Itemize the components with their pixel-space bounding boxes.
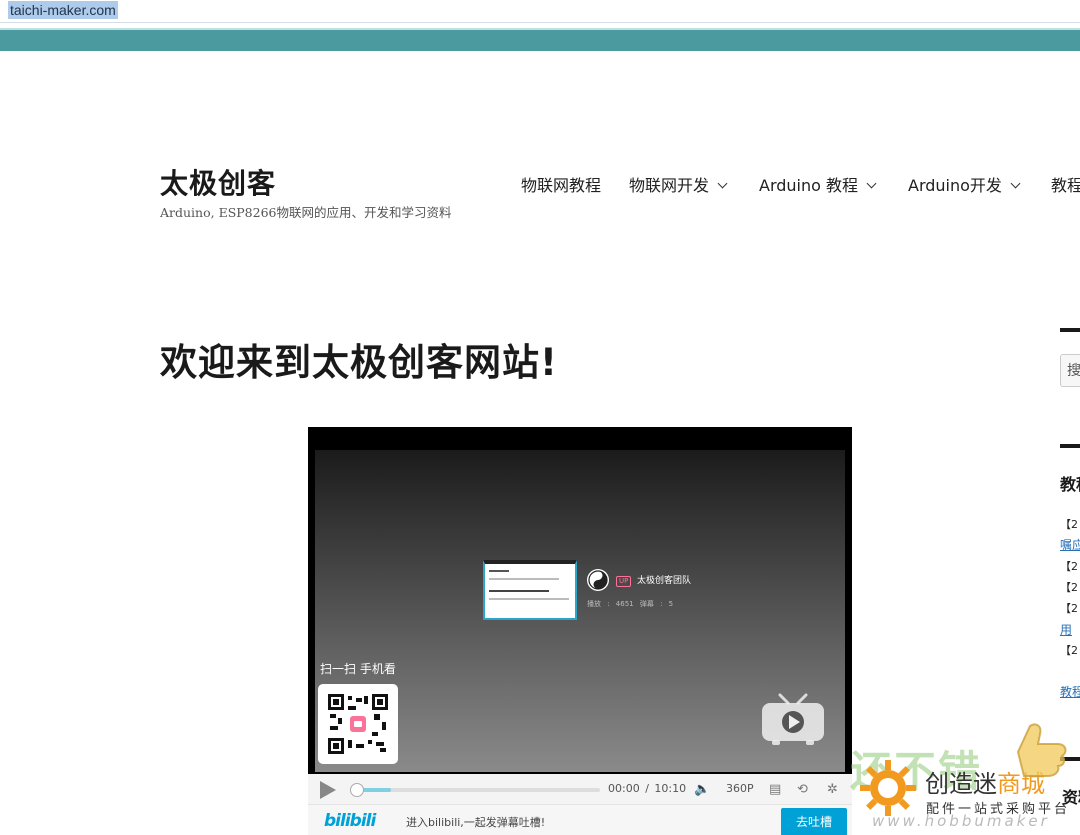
send-danmaku-button[interactable]: 去吐槽	[781, 808, 847, 835]
thumbs-up-icon	[1016, 723, 1067, 777]
watermark-url: www.hobbumaker	[872, 812, 1050, 830]
duration: 10:10	[654, 782, 687, 795]
time-display: 00:00 / 10:10	[608, 782, 686, 795]
play-tv-icon	[762, 693, 824, 745]
sidebar-heading: 教程	[1060, 475, 1080, 494]
player-controls: 00:00 / 10:10 🔈 360P ▤ ⟲ ✲	[308, 774, 852, 804]
sidebar-list-item[interactable]: 【2	[1060, 579, 1078, 595]
sidebar-list-item[interactable]: 【2	[1060, 642, 1078, 658]
uploader-name[interactable]: 太极创客团队	[637, 573, 691, 586]
thumb-line	[489, 570, 509, 572]
progress-handle[interactable]	[350, 783, 364, 797]
gear-sun-icon	[860, 760, 916, 816]
nav-item-label: 物联网开发	[629, 176, 710, 195]
nav-item-label: 教程	[1051, 176, 1080, 195]
bilibili-tv-icon[interactable]	[760, 693, 826, 751]
taichi-logo-icon	[588, 570, 608, 590]
nav-item-label: Arduino 教程	[759, 176, 859, 195]
video-player[interactable]: UP 太极创客团队 播放 : 4651 弹幕 : 5 扫一扫 手机看 00:00…	[308, 427, 852, 835]
nav-item-label: Arduino开发	[908, 176, 1002, 195]
sidebar-link[interactable]: 嘱应	[1060, 536, 1080, 553]
nav-item-tutorial[interactable]: 教程	[1051, 172, 1080, 196]
sidebar-link[interactable]: 用	[1060, 621, 1072, 638]
uploader-avatar[interactable]	[587, 569, 609, 591]
thumb-line	[489, 590, 549, 592]
sidebar-divider	[1060, 444, 1080, 448]
page-title: 欢迎来到太极创客网站!	[160, 341, 558, 384]
chevron-down-icon	[866, 178, 877, 189]
nav-item-label: 物联网教程	[521, 176, 602, 195]
progress-bar[interactable]	[350, 783, 600, 797]
chevron-down-icon	[717, 178, 728, 189]
sidebar-list-item[interactable]: 【2	[1060, 558, 1078, 574]
sidebar-search-input[interactable]: 搜	[1060, 354, 1080, 387]
sidebar-link[interactable]: 教程	[1060, 683, 1080, 700]
danmaku-input[interactable]: 进入bilibili,一起发弹幕吐槽!	[406, 814, 545, 830]
play-icon[interactable]	[320, 781, 336, 799]
thumb-line	[489, 598, 569, 600]
site-title[interactable]: 太极创客	[160, 162, 276, 202]
qr-code	[318, 684, 398, 764]
video-thumbnail	[483, 560, 577, 620]
sidebar-divider	[1060, 328, 1080, 332]
video-stats: 播放 : 4651 弹幕 : 5	[587, 600, 674, 608]
time-separator: /	[645, 782, 649, 795]
uploader-badge: UP	[616, 576, 632, 587]
settings-icon[interactable]: ✲	[827, 782, 838, 797]
quality-selector[interactable]: 360P	[726, 782, 754, 795]
thumb-line	[489, 578, 559, 580]
sidebar-list-item[interactable]: 【2	[1060, 516, 1078, 532]
site-top-bar	[0, 28, 1080, 51]
nav-item-iot-tutorial[interactable]: 物联网教程	[521, 172, 601, 196]
url-text[interactable]: taichi-maker.com	[8, 1, 118, 19]
watermark-brand-prefix: 创造迷	[925, 770, 997, 798]
address-bar[interactable]: taichi-maker.com	[0, 0, 1080, 23]
nav-item-iot-dev[interactable]: 物联网开发	[629, 172, 728, 196]
scan-mobile-label: 扫一扫 手机看	[320, 662, 396, 676]
danmaku-bar: bilibili 进入bilibili,一起发弹幕吐槽! 去吐槽	[308, 804, 852, 835]
bilibili-logo[interactable]: bilibili	[324, 811, 376, 831]
qr-code-icon	[328, 694, 388, 754]
danmaku-toggle-icon[interactable]: ▤	[769, 782, 781, 797]
current-time: 00:00	[608, 782, 640, 795]
loop-icon[interactable]: ⟲	[797, 782, 808, 797]
chevron-down-icon	[1010, 178, 1021, 189]
sidebar-list-item[interactable]: 【2	[1060, 600, 1078, 616]
nav-item-arduino-tutorial[interactable]: Arduino 教程	[759, 172, 877, 196]
nav-item-arduino-dev[interactable]: Arduino开发	[908, 172, 1021, 196]
site-description: Arduino, ESP8266物联网的应用、开发和学习资料	[160, 205, 452, 220]
volume-icon[interactable]: 🔈	[694, 782, 710, 797]
